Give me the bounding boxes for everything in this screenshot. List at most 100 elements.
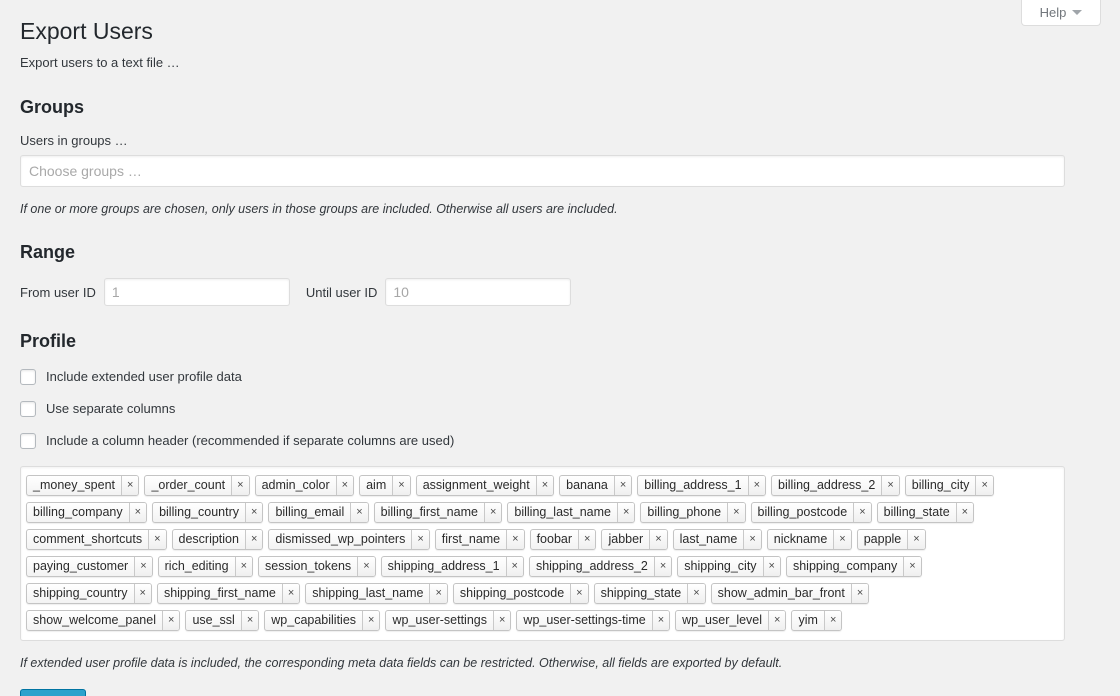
from-user-id-input[interactable] [103,278,290,306]
meta-field-tag[interactable]: assignment_weight × [415,475,555,496]
meta-field-tag[interactable]: session_tokens × [258,556,376,577]
close-icon[interactable]: × [823,611,842,630]
meta-field-tag[interactable]: show_welcome_panel × [26,610,181,631]
export-button[interactable]: Export [20,689,87,696]
close-icon[interactable]: × [653,557,672,576]
meta-field-tag[interactable]: first_name × [434,529,525,550]
close-icon[interactable]: × [616,503,635,522]
close-icon[interactable]: × [762,557,780,576]
checkbox-use-separate-columns[interactable] [20,401,36,417]
meta-field-tag[interactable]: wp_capabilities × [264,610,381,631]
meta-field-tag[interactable]: yim × [791,610,843,631]
close-icon[interactable]: × [903,557,921,576]
meta-field-tag[interactable]: shipping_address_1 × [380,556,524,577]
meta-field-tag[interactable]: billing_phone × [640,502,746,523]
close-icon[interactable]: × [244,530,263,549]
meta-field-tag[interactable]: billing_city × [904,475,994,496]
close-icon[interactable]: × [578,530,596,549]
close-icon[interactable]: × [121,476,139,495]
meta-field-tag[interactable]: billing_state × [876,502,975,523]
meta-field-tag[interactable]: admin_color × [254,475,355,496]
close-icon[interactable]: × [743,530,761,549]
meta-field-tag[interactable]: rich_editing × [157,556,254,577]
close-icon[interactable]: × [492,611,511,630]
close-icon[interactable]: × [570,584,588,603]
meta-field-tag[interactable]: shipping_postcode × [452,583,589,604]
meta-field-tag[interactable]: shipping_state × [593,583,706,604]
close-icon[interactable]: × [881,476,899,495]
close-icon[interactable]: × [506,530,524,549]
close-icon[interactable]: × [357,557,375,576]
meta-field-tag[interactable]: shipping_first_name × [156,583,301,604]
close-icon[interactable]: × [335,476,354,495]
close-icon[interactable]: × [613,476,632,495]
close-icon[interactable]: × [148,530,166,549]
help-tab[interactable]: Help [1021,0,1101,26]
close-icon[interactable]: × [768,611,786,630]
meta-field-tag[interactable]: _order_count × [144,475,250,496]
meta-fields-tag-box[interactable]: _money_spent × _order_count × admin_color × ai… [20,466,1065,641]
meta-field-tag[interactable]: dismissed_wp_pointers × [268,529,430,550]
close-icon[interactable]: × [281,584,300,603]
close-icon[interactable]: × [392,476,410,495]
close-icon[interactable]: × [245,503,263,522]
close-icon[interactable]: × [651,611,670,630]
close-icon[interactable]: × [649,530,667,549]
close-icon[interactable]: × [350,503,368,522]
close-icon[interactable]: × [133,584,151,603]
close-icon[interactable]: × [411,530,429,549]
meta-field-tag[interactable]: billing_last_name × [507,502,636,523]
meta-field-tag[interactable]: nickname × [766,529,852,550]
close-icon[interactable]: × [907,530,925,549]
meta-field-tag[interactable]: billing_first_name × [373,502,503,523]
until-user-id-input[interactable] [385,278,572,306]
meta-field-tag[interactable]: comment_shortcuts × [26,529,167,550]
meta-field-tag[interactable]: shipping_last_name × [305,583,448,604]
close-icon[interactable]: × [231,476,249,495]
meta-field-tag[interactable]: shipping_country × [26,583,152,604]
meta-field-tag[interactable]: aim × [359,475,411,496]
close-icon[interactable]: × [747,476,766,495]
close-icon[interactable]: × [853,503,871,522]
close-icon[interactable]: × [850,584,869,603]
meta-field-tag[interactable]: use_ssl × [185,610,260,631]
meta-field-tag[interactable]: billing_country × [152,502,264,523]
meta-field-tag[interactable]: billing_address_1 × [637,475,767,496]
checkbox-row-use-separate-columns[interactable]: Use separate columns [20,385,1100,417]
meta-field-tag[interactable]: banana × [559,475,633,496]
meta-field-tag[interactable]: wp_user-settings-time × [516,610,671,631]
meta-field-tag[interactable]: wp_user_level × [675,610,787,631]
close-icon[interactable]: × [535,476,554,495]
close-icon[interactable]: × [687,584,705,603]
close-icon[interactable]: × [234,557,253,576]
meta-field-tag[interactable]: foobar × [529,529,597,550]
close-icon[interactable]: × [134,557,152,576]
close-icon[interactable]: × [128,503,147,522]
close-icon[interactable]: × [505,557,523,576]
checkbox-row-include-column-header[interactable]: Include a column header (recommended if … [20,417,1100,449]
meta-field-tag[interactable]: papple × [856,529,926,550]
close-icon[interactable]: × [975,476,993,495]
meta-field-tag[interactable]: show_admin_bar_front × [710,583,870,604]
meta-field-tag[interactable]: last_name × [672,529,762,550]
checkbox-include-column-header[interactable] [20,433,36,449]
meta-field-tag[interactable]: _money_spent × [26,475,140,496]
meta-field-tag[interactable]: shipping_city × [677,556,781,577]
close-icon[interactable]: × [955,503,974,522]
checkbox-include-extended-profile[interactable] [20,369,36,385]
close-icon[interactable]: × [727,503,745,522]
close-icon[interactable]: × [833,530,851,549]
meta-field-tag[interactable]: paying_customer × [26,556,153,577]
meta-field-tag[interactable]: shipping_address_2 × [528,556,673,577]
meta-field-tag[interactable]: billing_address_2 × [771,475,900,496]
groups-input[interactable] [20,155,1065,187]
close-icon[interactable]: × [162,611,180,630]
meta-field-tag[interactable]: billing_company × [26,502,148,523]
meta-field-tag[interactable]: shipping_company × [785,556,922,577]
meta-field-tag[interactable]: jabber × [601,529,668,550]
close-icon[interactable]: × [240,611,259,630]
meta-field-tag[interactable]: billing_postcode × [750,502,872,523]
close-icon[interactable]: × [362,611,380,630]
close-icon[interactable]: × [483,503,502,522]
close-icon[interactable]: × [429,584,447,603]
